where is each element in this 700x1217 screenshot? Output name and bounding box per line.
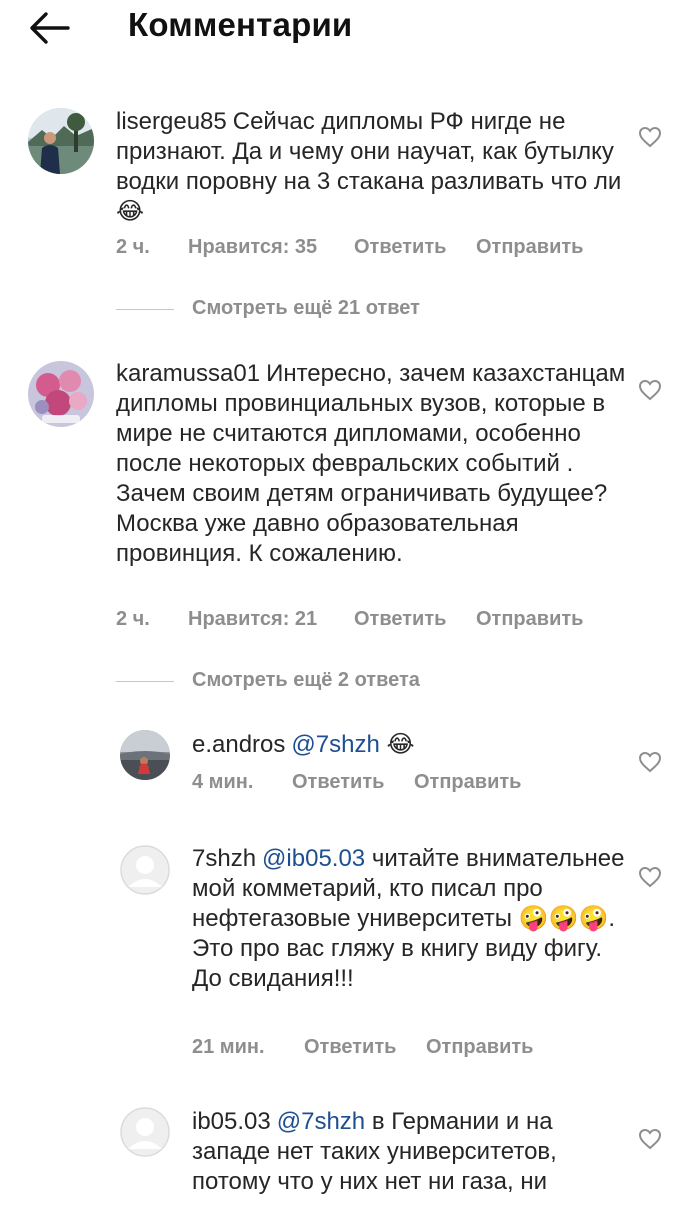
view-more-replies[interactable]: Смотреть ещё 2 ответа xyxy=(116,669,516,695)
likes-count[interactable]: Нравится: 35 xyxy=(188,236,317,259)
mention-link[interactable]: @ib05.03 xyxy=(262,845,365,872)
avatar[interactable] xyxy=(120,730,170,780)
back-arrow-icon[interactable] xyxy=(28,10,72,46)
comment-body: lisergeu85 Сейчас дипломы РФ нигде не при… xyxy=(116,107,626,227)
view-more-replies-label[interactable]: Смотреть ещё 21 ответ xyxy=(192,297,420,320)
avatar[interactable] xyxy=(120,845,170,895)
like-heart-icon[interactable] xyxy=(638,866,662,888)
send-button[interactable]: Отправить xyxy=(476,236,583,259)
comment-body: e.andros @7shzh 😂 xyxy=(192,730,632,760)
comment-body: ib05.03 @7shzh в Германии и на западе нет… xyxy=(192,1107,632,1197)
send-button[interactable]: Отправить xyxy=(476,608,583,631)
avatar[interactable] xyxy=(28,108,94,174)
comment-meta: 2 ч. Нравится: 21 Ответить Отправить xyxy=(116,608,636,634)
comment-username[interactable]: e.andros xyxy=(192,731,285,758)
like-heart-icon[interactable] xyxy=(638,379,662,401)
comment-username[interactable]: karamussa01 xyxy=(116,360,260,387)
comment-text: читайте внимательнее мой комметарий, кто… xyxy=(192,845,625,992)
avatar[interactable] xyxy=(120,1107,170,1157)
top-bar: Комментарии xyxy=(0,0,700,56)
comment-username[interactable]: lisergeu85 xyxy=(116,108,227,135)
divider xyxy=(116,309,174,310)
comment-username[interactable]: ib05.03 xyxy=(192,1108,271,1135)
comment-body: 7shzh @ib05.03 читайте внимательнее мой к… xyxy=(192,844,632,994)
divider xyxy=(116,681,174,682)
comment-body: karamussa01 Интересно, зачем казахстанцам… xyxy=(116,359,626,569)
view-more-replies[interactable]: Смотреть ещё 21 ответ xyxy=(116,297,516,323)
page-title: Комментарии xyxy=(128,6,353,43)
comment-username[interactable]: 7shzh xyxy=(192,845,256,872)
send-button[interactable]: Отправить xyxy=(414,771,521,794)
view-more-replies-label[interactable]: Смотреть ещё 2 ответа xyxy=(192,669,420,692)
avatar[interactable] xyxy=(28,361,94,427)
comment-text: 😂 xyxy=(386,731,415,758)
reply-button[interactable]: Ответить xyxy=(292,771,384,794)
likes-count[interactable]: Нравится: 21 xyxy=(188,608,317,631)
comment-meta: 21 мин. Ответить Отправить xyxy=(192,1036,632,1062)
comment-meta: 4 мин. Ответить Отправить xyxy=(192,771,632,797)
mention-link[interactable]: @7shzh xyxy=(277,1108,365,1135)
comment-time: 2 ч. xyxy=(116,608,150,630)
send-button[interactable]: Отправить xyxy=(426,1036,533,1059)
like-heart-icon[interactable] xyxy=(638,126,662,148)
comment-time: 21 мин. xyxy=(192,1036,265,1058)
comment-time: 2 ч. xyxy=(116,236,150,258)
reply-button[interactable]: Ответить xyxy=(304,1036,396,1059)
reply-button[interactable]: Ответить xyxy=(354,236,446,259)
mention-link[interactable]: @7shzh xyxy=(291,731,379,758)
comment-time: 4 мин. xyxy=(192,771,254,793)
like-heart-icon[interactable] xyxy=(638,751,662,773)
comment-meta: 2 ч. Нравится: 35 Ответить Отправить xyxy=(116,236,636,262)
comment-text: Интересно, зачем казахстанцам дипломы пр… xyxy=(116,360,626,567)
like-heart-icon[interactable] xyxy=(638,1128,662,1150)
reply-button[interactable]: Ответить xyxy=(354,608,446,631)
